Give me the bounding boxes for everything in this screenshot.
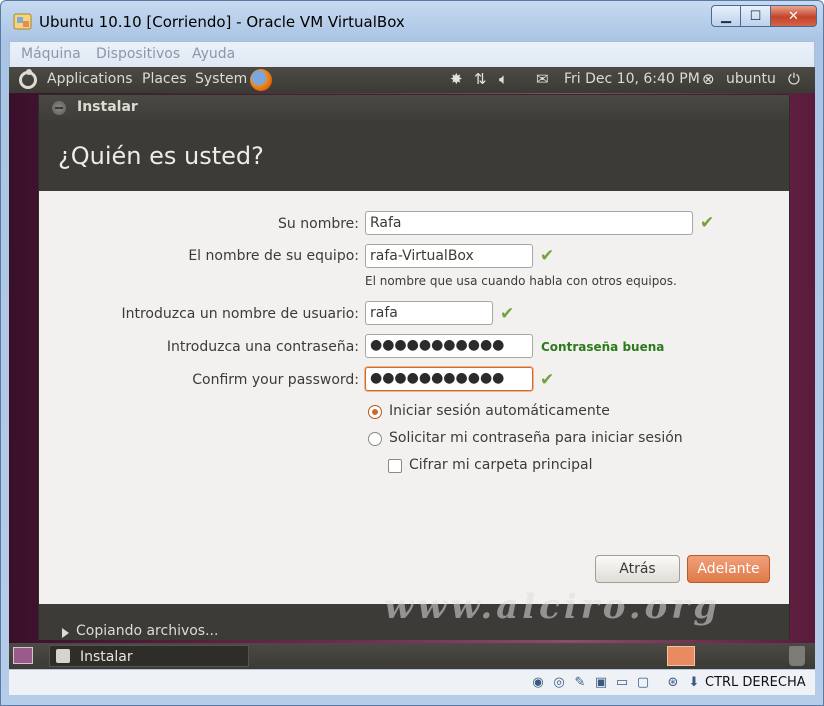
require-password-label[interactable]: Solicitar mi contraseña para iniciar ses… xyxy=(389,430,683,446)
user-icon[interactable]: ⊗ xyxy=(702,70,715,88)
show-desktop-icon[interactable] xyxy=(13,647,33,664)
mouse-capture-icon[interactable]: ⬇ xyxy=(686,675,702,691)
taskbar-item-label: Instalar xyxy=(80,649,133,665)
progress-label[interactable]: Copiando archivos... xyxy=(76,623,218,639)
system-menu[interactable]: System xyxy=(195,71,247,87)
power-icon[interactable]: ⏻ xyxy=(788,70,800,88)
clock[interactable]: Fri Dec 10, 6:40 PM xyxy=(564,71,700,87)
installer-titlebar[interactable]: Instalar xyxy=(39,95,789,121)
user-name[interactable]: ubuntu xyxy=(726,71,776,87)
menu-ayuda[interactable]: Ayuda xyxy=(192,46,235,62)
computer-label: El nombre de su equipo: xyxy=(188,248,359,264)
shared-folder-icon[interactable]: ▭ xyxy=(614,675,630,691)
trash-icon[interactable] xyxy=(789,646,805,666)
window-controls: ▁ ☐ ✕ xyxy=(711,5,817,29)
network-adapter-icon[interactable]: ▣ xyxy=(593,675,609,691)
installer-close-icon[interactable] xyxy=(52,101,66,115)
virtualbox-window: Ubuntu 10.10 [Corriendo] - Oracle VM Vir… xyxy=(0,0,824,706)
virtualbox-app-icon xyxy=(13,13,32,30)
password-input[interactable]: ●●●●●●●●●●● xyxy=(365,334,533,358)
workspace-switcher[interactable] xyxy=(667,646,695,666)
virtualization-icon[interactable]: ⊛ xyxy=(665,675,681,691)
computer-valid-check-icon: ✔ xyxy=(540,246,555,266)
confirm-password-input[interactable]: ●●●●●●●●●●● xyxy=(365,367,533,391)
host-key-label[interactable]: CTRL DERECHA xyxy=(705,675,806,690)
gnome-bottom-panel: Instalar xyxy=(9,643,815,669)
name-valid-check-icon: ✔ xyxy=(700,213,715,233)
mail-icon[interactable]: ✉ xyxy=(536,70,549,88)
confirm-label: Confirm your password: xyxy=(192,372,359,388)
firefox-icon[interactable] xyxy=(250,69,272,91)
cd-icon[interactable]: ◎ xyxy=(551,675,567,691)
vbox-status-bar: ◉ ◎ ✎ ▣ ▭ ▢ ⊛ ⬇ CTRL DERECHA xyxy=(9,669,815,695)
computer-name-input[interactable]: rafa-VirtualBox xyxy=(365,244,533,268)
computer-hint: El nombre que usa cuando habla con otros… xyxy=(365,274,677,288)
name-label: Su nombre: xyxy=(278,216,359,232)
back-button[interactable]: Atrás xyxy=(595,555,680,583)
minimize-button[interactable]: ▁ xyxy=(711,5,741,27)
installer-window: Instalar ¿Quién es usted? Su nombre: Raf… xyxy=(38,94,790,640)
close-button[interactable]: ✕ xyxy=(771,5,817,27)
password-label: Introduzca una contraseña: xyxy=(166,339,359,355)
require-password-radio[interactable] xyxy=(368,432,382,446)
username-label: Introduzca un nombre de usuario: xyxy=(121,306,359,322)
places-menu[interactable]: Places xyxy=(142,71,187,87)
installer-header: ¿Quién es usted? xyxy=(39,121,789,191)
taskbar-item-installer[interactable]: Instalar xyxy=(49,645,249,667)
auto-login-radio[interactable] xyxy=(368,405,382,419)
applications-menu[interactable]: Applications xyxy=(47,71,133,87)
window-title: Ubuntu 10.10 [Corriendo] - Oracle VM Vir… xyxy=(39,13,405,31)
menu-dispositivos[interactable]: Dispositivos xyxy=(96,46,180,62)
encrypt-home-checkbox[interactable] xyxy=(388,459,402,473)
vbox-menubar: Máquina Dispositivos Ayuda xyxy=(9,41,815,67)
page-title: ¿Quién es usted? xyxy=(58,142,264,170)
display-icon[interactable]: ▢ xyxy=(635,675,651,691)
encrypt-home-label[interactable]: Cifrar mi carpeta principal xyxy=(409,457,593,473)
next-button[interactable]: Adelante xyxy=(687,555,770,583)
menu-maquina[interactable]: Máquina xyxy=(21,46,81,62)
password-strength: Contraseña buena xyxy=(541,340,665,354)
maximize-button[interactable]: ☐ xyxy=(741,5,771,27)
name-input[interactable]: Rafa xyxy=(365,211,693,235)
usb-icon[interactable]: ✎ xyxy=(572,675,588,691)
installer-task-icon xyxy=(56,649,70,663)
guest-screen[interactable]: Applications Places System ✸ ⇅ 🔈︎ ✉ Fri … xyxy=(9,67,815,669)
watermark: www.alciro.org xyxy=(384,587,721,627)
volume-icon[interactable]: 🔈︎ xyxy=(499,70,508,88)
confirm-valid-check-icon: ✔ xyxy=(540,370,555,390)
window-titlebar[interactable]: Ubuntu 10.10 [Corriendo] - Oracle VM Vir… xyxy=(1,1,823,41)
bug-icon[interactable]: ✸ xyxy=(450,70,463,88)
hard-disk-icon[interactable]: ◉ xyxy=(530,675,546,691)
ubuntu-logo-icon xyxy=(19,69,37,89)
username-input[interactable]: rafa xyxy=(365,301,493,325)
gnome-top-panel: Applications Places System ✸ ⇅ 🔈︎ ✉ Fri … xyxy=(9,67,815,93)
expander-arrow-icon[interactable] xyxy=(62,628,69,638)
auto-login-label[interactable]: Iniciar sesión automáticamente xyxy=(389,403,610,419)
username-valid-check-icon: ✔ xyxy=(500,304,515,324)
installer-title: Instalar xyxy=(77,99,138,115)
network-icon[interactable]: ⇅ xyxy=(474,70,487,88)
